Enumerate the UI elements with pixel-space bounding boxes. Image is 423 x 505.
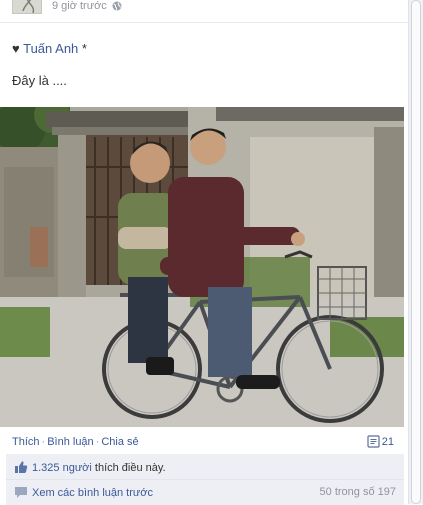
author-name-link[interactable]: Tuấn Anh	[23, 41, 78, 56]
like-link[interactable]: Thích	[12, 436, 40, 448]
photo-image	[0, 107, 404, 427]
scrollbar[interactable]	[408, 0, 423, 504]
comment-pager: 50 trong số 197	[319, 486, 396, 498]
post-photo[interactable]	[0, 107, 404, 427]
view-previous-comments-link[interactable]: Xem các bình luận trước	[32, 487, 153, 499]
avatar[interactable]	[12, 0, 42, 14]
globe-icon[interactable]	[112, 1, 122, 11]
dot-separator: ·	[95, 436, 100, 448]
heart-prefix: ♥	[12, 41, 20, 56]
comment-bubble-icon	[15, 487, 27, 498]
share-count-value: 21	[381, 436, 394, 448]
share-count-icon	[367, 435, 380, 448]
scrollbar-thumb[interactable]	[411, 0, 421, 504]
ufi-box: 1.325 người thích điều này. Xem các bình…	[6, 454, 404, 505]
likes-row: 1.325 người thích điều này.	[6, 454, 404, 480]
dot-separator: ·	[41, 436, 46, 448]
story-actions: Thích · Bình luận · Chia sẻ 21	[0, 428, 408, 456]
post-message: Đây là ....	[12, 73, 67, 88]
share-count[interactable]: 21	[367, 435, 394, 449]
action-links: Thích · Bình luận · Chia sẻ	[12, 436, 139, 449]
feed-story: 9 giờ trước ♥ Tuấn Anh * Đây là .... Thí…	[0, 0, 408, 505]
timestamp[interactable]: 9 giờ trước	[52, 0, 107, 13]
divider	[0, 22, 408, 23]
likes-text: thích điều này.	[94, 462, 166, 474]
author-suffix: *	[81, 41, 87, 56]
share-link[interactable]: Chia sẻ	[101, 436, 138, 448]
view-comments-row: Xem các bình luận trước 50 trong số 197	[6, 480, 404, 505]
thumbs-up-icon	[15, 461, 28, 473]
likes-count-link[interactable]: 1.325 người	[32, 462, 92, 474]
shared-by-line: ♥ Tuấn Anh *	[12, 41, 87, 57]
comment-link[interactable]: Bình luận	[47, 436, 93, 448]
story-meta: 9 giờ trước	[0, 0, 408, 14]
